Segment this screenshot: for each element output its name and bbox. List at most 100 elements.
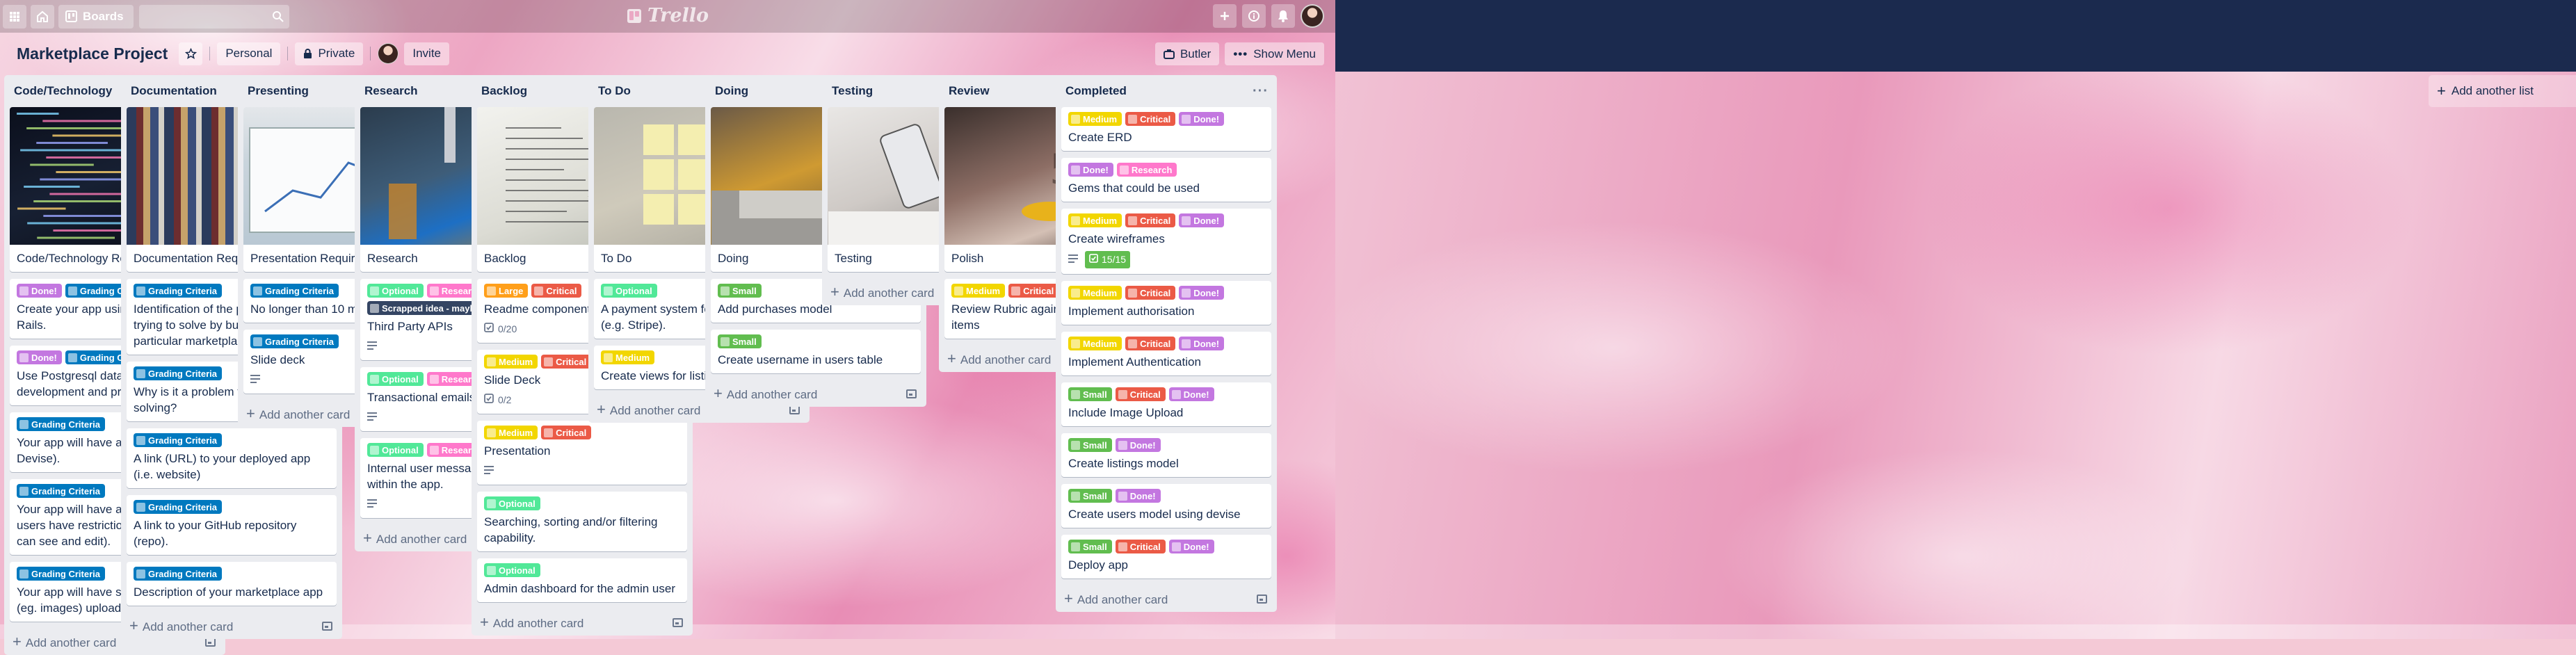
card-label[interactable]: Grading Criteria (134, 433, 222, 447)
card-label[interactable]: Grading Criteria (134, 500, 222, 514)
trello-logo[interactable]: Trello (627, 5, 709, 26)
card[interactable]: Small Create username in users table (711, 330, 921, 373)
card-label[interactable]: Optional (484, 563, 540, 577)
card-label[interactable]: Grading Criteria (17, 417, 105, 431)
card-label[interactable]: Medium (1068, 112, 1122, 126)
card-label[interactable]: Critical (1125, 286, 1176, 300)
card-label[interactable]: Done! (1179, 112, 1225, 126)
boards-button[interactable]: Boards (58, 4, 134, 29)
list-title[interactable]: Completed (1065, 84, 1127, 98)
card-label[interactable]: Medium (484, 426, 538, 439)
card-label[interactable]: Done! (17, 350, 62, 364)
card[interactable]: Grading Criteria A link (URL) to your dep… (127, 428, 337, 488)
card[interactable]: Medium Critical Done! Create ERD (1061, 107, 1271, 151)
member-avatar[interactable] (378, 43, 399, 64)
star-button[interactable] (179, 42, 203, 65)
card-label[interactable]: Medium (601, 350, 655, 364)
card-template-icon[interactable] (322, 621, 332, 631)
card-label[interactable]: Optional (367, 372, 424, 386)
card-label[interactable]: Optional (367, 443, 424, 457)
horizontal-scrollbar[interactable] (0, 624, 2576, 639)
add-list-button[interactable]: + Add another list (2429, 75, 2576, 107)
card-label[interactable]: Grading Criteria (250, 284, 339, 298)
card-label[interactable]: Done! (1068, 163, 1113, 177)
butler-button[interactable]: Butler (1154, 42, 1220, 65)
list-title[interactable]: Backlog (481, 84, 527, 98)
card-label[interactable]: Small (1068, 489, 1112, 503)
home-button[interactable] (31, 4, 54, 29)
card-label[interactable]: Grading Criteria (17, 567, 105, 581)
card[interactable]: Medium Critical Done! Create wireframes 15/1… (1061, 209, 1271, 274)
list-title[interactable]: Code/Technology (14, 84, 112, 98)
list-title[interactable]: Testing (832, 84, 873, 98)
list-menu-icon[interactable]: ··· (1253, 84, 1269, 98)
card-label[interactable]: Critical (1125, 337, 1176, 350)
card-label[interactable]: Small (1068, 387, 1112, 401)
card-label[interactable]: Optional (367, 284, 424, 298)
card[interactable]: Medium Critical Done! Implement authorisati… (1061, 281, 1271, 325)
card-label[interactable]: Medium (484, 355, 538, 369)
card[interactable]: Optional Admin dashboard for the admin us… (477, 558, 687, 602)
show-menu-button[interactable]: ••• Show Menu (1225, 42, 1324, 65)
invite-button[interactable]: Invite (404, 42, 449, 65)
info-button[interactable] (1242, 4, 1266, 28)
card-label[interactable]: Critical (1125, 213, 1176, 227)
card-label[interactable]: Done! (1115, 438, 1161, 452)
card-label[interactable]: Done! (1115, 489, 1161, 503)
search-input[interactable] (138, 4, 289, 29)
card-label[interactable]: Critical (1115, 540, 1166, 553)
card[interactable]: Optional Searching, sorting and/or filter… (477, 492, 687, 551)
list-title[interactable]: Presenting (248, 84, 309, 98)
list-title[interactable]: Doing (715, 84, 748, 98)
card-template-icon[interactable] (906, 389, 917, 398)
user-avatar[interactable] (1301, 4, 1324, 28)
card[interactable]: Grading Criteria Description of your mark… (127, 562, 337, 606)
card[interactable]: Done! Research Gems that could be used (1061, 158, 1271, 202)
team-visibility-button[interactable]: Personal (217, 42, 281, 65)
card-template-icon[interactable] (673, 617, 683, 627)
card-label[interactable]: Grading Criteria (134, 567, 222, 581)
card-label[interactable]: Critical (541, 355, 592, 369)
list-title[interactable]: Research (364, 84, 418, 98)
add-card-button[interactable]: + Add another card (711, 380, 921, 407)
card-label[interactable]: Done! (1179, 337, 1225, 350)
apps-button[interactable] (3, 4, 26, 29)
create-button[interactable] (1213, 4, 1237, 28)
card-label[interactable]: Critical (541, 426, 592, 439)
card-label[interactable]: Research (1116, 163, 1177, 177)
card-label[interactable]: Small (718, 334, 762, 348)
card-label[interactable]: Critical (1115, 387, 1166, 401)
list-title[interactable]: Review (949, 84, 990, 98)
card-label[interactable]: Grading Criteria (250, 334, 339, 348)
card-label[interactable]: Small (1068, 438, 1112, 452)
board-title[interactable]: Marketplace Project (17, 45, 168, 63)
card[interactable]: Small Critical Done! Deploy app (1061, 535, 1271, 579)
card-label[interactable]: Medium (1068, 337, 1122, 350)
card-label[interactable]: Critical (1008, 284, 1059, 298)
card-label[interactable]: Optional (601, 284, 657, 298)
card-label[interactable]: Small (718, 284, 762, 298)
card[interactable]: Small Critical Done! Include Image Upload (1061, 382, 1271, 426)
add-card-button[interactable]: + Add another card (477, 609, 687, 636)
list-title[interactable]: To Do (598, 84, 631, 98)
card-label[interactable]: Medium (1068, 213, 1122, 227)
privacy-button[interactable]: Private (295, 42, 364, 65)
add-card-button[interactable]: + Add another card (1061, 585, 1271, 612)
notifications-button[interactable] (1271, 4, 1295, 28)
card-label[interactable]: Critical (1125, 112, 1176, 126)
card-label[interactable]: Grading Criteria (134, 366, 222, 380)
card-label[interactable]: Grading Criteria (17, 484, 105, 498)
card-label[interactable]: Done! (1179, 286, 1225, 300)
card-label[interactable]: Done! (1168, 387, 1214, 401)
card[interactable]: Medium Critical Done! Implement Authenticat… (1061, 332, 1271, 375)
card-label[interactable]: Critical (531, 284, 582, 298)
card[interactable]: Small Done! Create users model using devis… (1061, 484, 1271, 528)
card[interactable]: Small Done! Create listings model (1061, 433, 1271, 477)
card-label[interactable]: Medium (951, 284, 1006, 298)
card-label[interactable]: Done! (1168, 540, 1214, 553)
card[interactable]: Grading Criteria A link to your GitHub re… (127, 495, 337, 555)
card-template-icon[interactable] (1257, 594, 1267, 604)
card-label[interactable]: Optional (484, 496, 540, 510)
card-label[interactable]: Done! (17, 284, 62, 298)
list-title[interactable]: Documentation (131, 84, 217, 98)
